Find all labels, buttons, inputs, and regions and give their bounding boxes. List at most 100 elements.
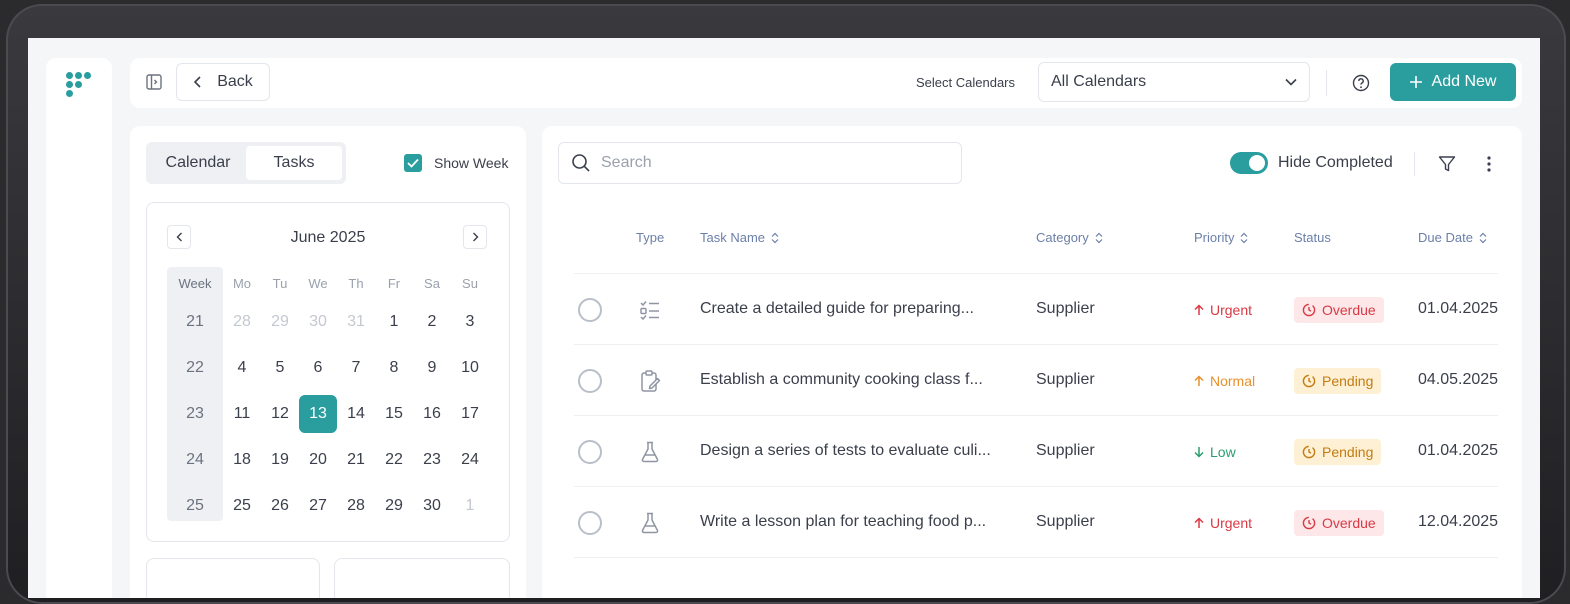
calendar-week-row: 24 18 19 20 21 22 23 24	[167, 437, 489, 483]
calendar-select[interactable]: All Calendars	[1038, 62, 1310, 102]
sort-icon	[1095, 232, 1103, 243]
table-header: Type Task Name Category Priority Status …	[574, 224, 1498, 274]
calendar-day[interactable]: 12	[261, 405, 299, 423]
calendar-day[interactable]: 8	[375, 359, 413, 377]
calendar-day[interactable]: 29	[261, 313, 299, 331]
tasks-panel: Hide Completed Type Task Name Category P…	[542, 126, 1522, 598]
calendar-day[interactable]: 3	[451, 313, 489, 331]
flask-icon	[641, 512, 659, 534]
arrow-up-icon	[1194, 304, 1204, 315]
column-status: Status	[1294, 230, 1331, 245]
calendar-day[interactable]: 24	[451, 451, 489, 469]
weekday-label: We	[308, 275, 328, 291]
calendar-day[interactable]: 4	[223, 359, 261, 377]
table-row[interactable]: Establish a community cooking class f...…	[574, 345, 1498, 416]
calendar-day[interactable]: 17	[451, 405, 489, 423]
show-week-toggle[interactable]: Show Week	[404, 154, 508, 172]
due-date: 01.04.2025	[1418, 442, 1499, 459]
complete-task-radio[interactable]	[578, 369, 602, 393]
calendar-day[interactable]: 23	[413, 451, 451, 469]
status-label: Pending	[1322, 373, 1374, 389]
tab-calendar[interactable]: Calendar	[150, 146, 246, 180]
back-button[interactable]: Back	[176, 63, 270, 101]
table-row[interactable]: Design a series of tests to evaluate cul…	[574, 416, 1498, 487]
hide-completed-label: Hide Completed	[1278, 154, 1393, 171]
calendar-week-row: 25 25 26 27 28 29 30 1	[167, 483, 489, 529]
task-category: Supplier	[1036, 300, 1095, 317]
calendar-day[interactable]: 20	[299, 451, 337, 469]
clock-alert-icon	[1302, 516, 1316, 530]
status-label: Overdue	[1322, 515, 1376, 531]
filter-icon[interactable]	[1438, 155, 1456, 173]
show-week-checkbox[interactable]	[404, 154, 422, 172]
calendar-day[interactable]: 25	[223, 497, 261, 515]
calendar-day[interactable]: 27	[299, 497, 337, 515]
calendar-day[interactable]: 11	[223, 405, 261, 423]
arrow-up-icon	[1194, 517, 1204, 528]
calendar-day[interactable]: 5	[261, 359, 299, 377]
calendar-day[interactable]: 22	[375, 451, 413, 469]
column-task-name[interactable]: Task Name	[700, 230, 779, 245]
week-number: 22	[186, 359, 204, 376]
calendar-day[interactable]: 19	[261, 451, 299, 469]
calendar-day[interactable]: 29	[375, 497, 413, 515]
column-priority[interactable]: Priority	[1194, 230, 1248, 245]
column-due-date[interactable]: Due Date	[1418, 230, 1487, 245]
calendar-day[interactable]: 1	[451, 497, 489, 515]
add-new-button[interactable]: Add New	[1390, 63, 1516, 101]
hide-completed-switch[interactable]	[1230, 152, 1268, 174]
weekday-header: Week Mo Tu We Th Fr Sa Su	[167, 267, 489, 299]
hide-completed-toggle[interactable]: Hide Completed	[1230, 152, 1393, 174]
column-category[interactable]: Category	[1036, 230, 1103, 245]
calendar-day[interactable]: 26	[261, 497, 299, 515]
complete-task-radio[interactable]	[578, 440, 602, 464]
calendar-day[interactable]: 28	[223, 313, 261, 331]
calendar-day[interactable]: 1	[375, 313, 413, 331]
column-task-name-label: Task Name	[700, 230, 766, 245]
calendar-day[interactable]: 30	[413, 497, 451, 515]
calendar-day[interactable]: 15	[375, 405, 413, 423]
next-month-button[interactable]	[463, 225, 487, 249]
calendar-day[interactable]: 10	[451, 359, 489, 377]
weekday-label: Mo	[232, 275, 252, 291]
calendar-day[interactable]: 9	[413, 359, 451, 377]
search-icon	[572, 154, 590, 172]
brand-logo[interactable]	[66, 72, 96, 100]
status-label: Pending	[1322, 444, 1374, 460]
calendar-day[interactable]: 21	[337, 451, 375, 469]
sidebar-toggle-icon[interactable]	[146, 74, 162, 90]
week-number: 21	[186, 313, 204, 330]
calendar-day-selected[interactable]: 13	[299, 395, 337, 433]
more-vertical-icon[interactable]	[1486, 154, 1492, 174]
calendar-day[interactable]: 7	[337, 359, 375, 377]
weekday-label: Su	[462, 275, 478, 291]
column-type: Type	[636, 230, 664, 245]
checklist-icon	[640, 301, 659, 321]
calendar-day[interactable]: 28	[337, 497, 375, 515]
task-name: Create a detailed guide for preparing...	[700, 300, 974, 317]
sort-icon	[1241, 232, 1248, 243]
calendar-day[interactable]: 2	[413, 313, 451, 331]
toolbar-divider	[1414, 152, 1415, 176]
show-week-label: Show Week	[434, 155, 509, 171]
due-date: 04.05.2025	[1418, 371, 1499, 388]
complete-task-radio[interactable]	[578, 298, 602, 322]
calendar-week-row: 23 11 12 13 14 15 16 17	[167, 391, 489, 437]
weekday-label: Th	[348, 275, 364, 291]
calendar-day[interactable]: 18	[223, 451, 261, 469]
topbar-divider	[1326, 70, 1327, 96]
help-icon[interactable]	[1352, 74, 1370, 92]
calendar-day[interactable]: 31	[337, 313, 375, 331]
table-row[interactable]: Create a detailed guide for preparing...…	[574, 274, 1498, 345]
calendar-day[interactable]: 6	[299, 359, 337, 377]
search-input[interactable]	[601, 154, 941, 172]
complete-task-radio[interactable]	[578, 511, 602, 535]
priority-label: Normal	[1210, 373, 1256, 389]
calendar-day[interactable]: 16	[413, 405, 451, 423]
calendar-day[interactable]: 30	[299, 313, 337, 331]
tab-tasks[interactable]: Tasks	[246, 146, 342, 180]
summary-card	[334, 558, 510, 598]
table-row[interactable]: Write a lesson plan for teaching food p.…	[574, 487, 1498, 558]
task-category: Supplier	[1036, 513, 1095, 530]
calendar-day[interactable]: 14	[337, 405, 375, 423]
